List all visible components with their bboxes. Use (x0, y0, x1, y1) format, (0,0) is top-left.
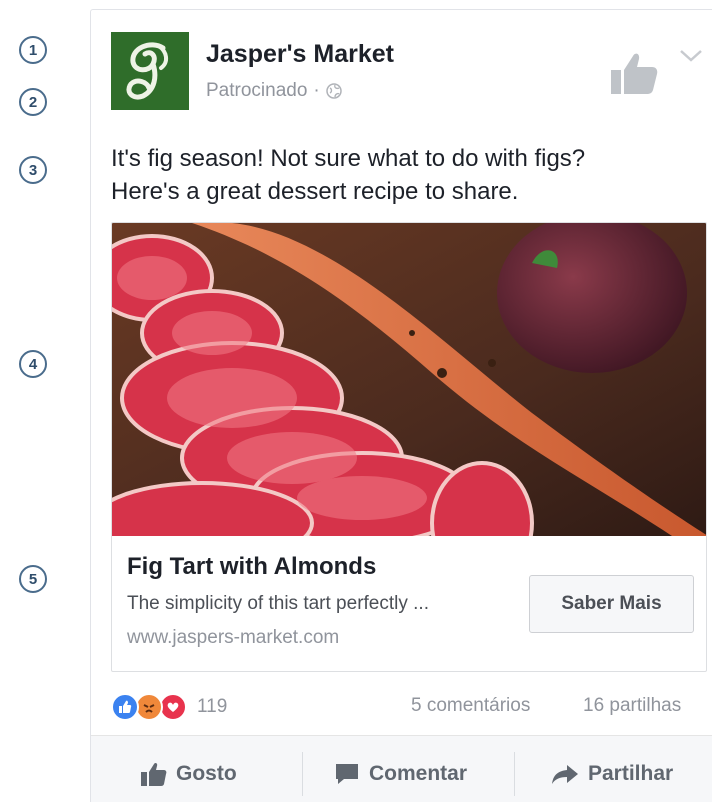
chevron-down-icon[interactable] (679, 48, 703, 64)
like-button[interactable]: Gosto (141, 736, 237, 802)
action-divider (514, 752, 515, 796)
sponsored-post-card: Jasper's Market Patrocinado · It's fig s… (90, 9, 712, 802)
share-button[interactable]: Partilhar (551, 736, 673, 802)
link-title[interactable]: Fig Tart with Almonds (127, 553, 376, 581)
marker-4: 4 (19, 350, 47, 378)
action-divider (302, 752, 303, 796)
comment-label: Comentar (369, 761, 468, 785)
comments-count[interactable]: 5 comentários (411, 695, 530, 717)
post-body: It's fig season! Not sure what to do wit… (111, 142, 701, 208)
reaction-count[interactable]: 119 (197, 696, 227, 718)
marker-1: 1 (19, 36, 47, 64)
share-label: Partilhar (588, 761, 674, 785)
like-page-icon[interactable] (609, 48, 659, 98)
marker-2: 2 (19, 88, 47, 116)
share-icon (552, 764, 578, 784)
marker-5: 5 (19, 565, 47, 593)
jasper-logo (111, 32, 189, 110)
love-reaction-icon (159, 693, 187, 721)
page-name-link[interactable]: Jasper's Market (206, 40, 394, 69)
link-description: The simplicity of this tart perfectly ..… (127, 593, 429, 614)
globe-icon (325, 83, 342, 99)
link-attachment[interactable]: Fig Tart with Almonds The simplicity of … (111, 222, 707, 672)
like-icon (141, 762, 167, 786)
meta-separator: · (313, 80, 320, 101)
like-reaction-icon (111, 693, 139, 721)
page-avatar[interactable] (111, 32, 189, 110)
post-text-line: It's fig season! Not sure what to do wit… (111, 145, 586, 172)
post-meta: Patrocinado · (206, 80, 342, 102)
comment-button[interactable]: Comentar (334, 736, 467, 802)
angry-reaction-icon (135, 693, 163, 721)
fig-tart-photo[interactable] (112, 223, 706, 536)
comment-icon (336, 763, 358, 784)
post-text-line: Here's a great dessert recipe to share. (111, 178, 519, 205)
shares-count[interactable]: 16 partilhas (583, 695, 681, 717)
sponsored-label[interactable]: Patrocinado (206, 80, 307, 102)
marker-3: 3 (19, 156, 47, 184)
post-action-bar: Gosto Comentar Partilhar (91, 735, 712, 802)
learn-more-button[interactable]: Saber Mais (529, 575, 694, 633)
reactions-summary[interactable]: 119 (111, 693, 227, 721)
link-domain: www.jaspers-market.com (127, 627, 340, 648)
like-label: Gosto (176, 761, 237, 785)
